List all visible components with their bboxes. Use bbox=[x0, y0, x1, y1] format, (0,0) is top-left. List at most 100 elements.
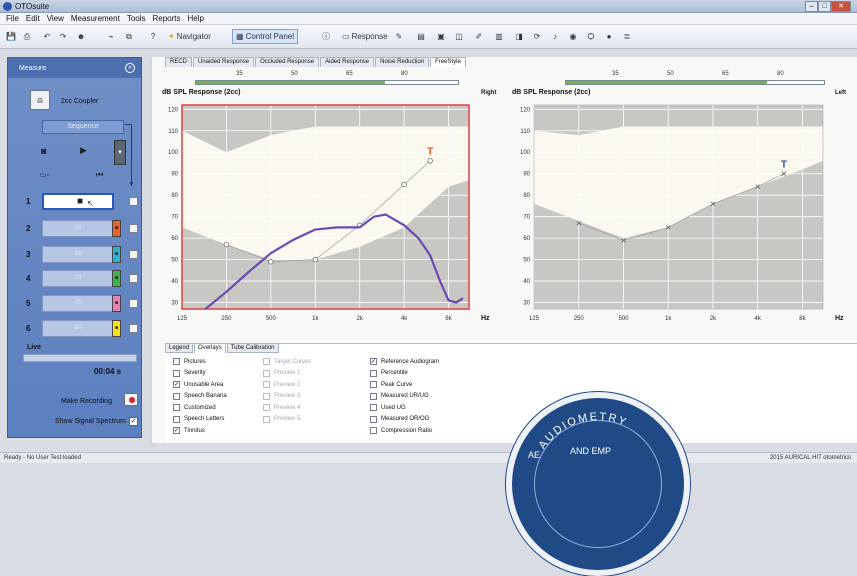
ear-icon[interactable]: Ѻ bbox=[584, 29, 598, 44]
overlay-checkbox[interactable] bbox=[370, 415, 377, 423]
row-color-swatch-6[interactable]: ■ bbox=[112, 320, 121, 337]
overlay-option[interactable]: Pictures bbox=[173, 358, 206, 365]
window-icon[interactable]: ▣ bbox=[434, 29, 448, 44]
globe-icon[interactable]: ◉ bbox=[566, 29, 580, 44]
overlay-checkbox[interactable] bbox=[370, 404, 377, 411]
info-icon[interactable]: ⓘ bbox=[319, 29, 333, 44]
menu-tools[interactable]: Tools bbox=[125, 13, 151, 24]
response-button[interactable]: ▭ Response bbox=[338, 29, 392, 44]
print-icon[interactable]: ⎙ bbox=[20, 29, 34, 44]
row-checkbox-3[interactable] bbox=[129, 250, 138, 259]
overlay-checkbox[interactable] bbox=[370, 381, 377, 388]
row-checkbox-2[interactable] bbox=[129, 224, 138, 233]
tab-noise-reduction[interactable]: Noise Reduction bbox=[375, 57, 430, 67]
split-view-icon[interactable]: ◨ bbox=[512, 29, 526, 44]
stimulus-row-6[interactable]: 80 bbox=[42, 320, 114, 337]
sequence-button[interactable]: Sequence bbox=[42, 120, 124, 134]
overlay-option[interactable]: Measured OR/OG bbox=[370, 415, 429, 423]
overlay-option[interactable]: ✓ Unusable Area bbox=[173, 381, 223, 388]
overlay-checkbox[interactable]: ✓ bbox=[173, 427, 180, 434]
overlay-option[interactable]: Used UG bbox=[370, 404, 406, 411]
menu-measurement[interactable]: Measurement bbox=[69, 13, 125, 24]
overlay-option[interactable]: Speech Letters bbox=[173, 415, 224, 423]
overlay-checkbox[interactable] bbox=[173, 392, 180, 400]
overlay-checkbox[interactable] bbox=[370, 392, 377, 400]
minimize-button[interactable]: – bbox=[805, 1, 819, 12]
patient-icon[interactable]: ☻ bbox=[74, 29, 88, 44]
stimulus-row-5[interactable]: 75 bbox=[42, 295, 114, 312]
maximize-button[interactable]: □ bbox=[818, 1, 832, 12]
overlay-checkbox[interactable]: ✓ bbox=[173, 381, 180, 388]
loop-toggle-icon[interactable]: ▭▫ bbox=[40, 171, 49, 179]
right-ear-response-chart[interactable]: 30 40 50 60 70 80 90 100 110 120 125 250 500 1k 2k 4k 8k… bbox=[158, 99, 503, 333]
overlay-checkbox[interactable] bbox=[173, 358, 180, 365]
tab-aided-response[interactable]: Aided Response bbox=[320, 57, 375, 67]
hearing-instrument-icon[interactable]: ⌁ bbox=[104, 29, 118, 44]
tab-overlays[interactable]: Overlays bbox=[194, 343, 226, 353]
menu-file[interactable]: File bbox=[4, 13, 24, 24]
row-checkbox-6[interactable] bbox=[129, 324, 138, 333]
row-checkbox-1[interactable] bbox=[129, 197, 138, 206]
help-icon[interactable]: ? bbox=[146, 29, 160, 44]
layout-icon[interactable]: ▤ bbox=[414, 29, 428, 44]
row-color-swatch-2[interactable]: ■ bbox=[112, 220, 121, 237]
menu-view[interactable]: View bbox=[45, 13, 69, 24]
pen-icon[interactable]: ✐ bbox=[472, 29, 486, 44]
overlay-option[interactable]: Compression Ratio bbox=[370, 427, 432, 434]
left-ear-response-chart[interactable]: 30 40 50 60 70 80 90 100 110 120 125 250 500 1k 2k 4k 8k… bbox=[510, 99, 857, 333]
row-checkbox-4[interactable] bbox=[129, 274, 138, 283]
close-button[interactable]: ✕ bbox=[831, 1, 851, 12]
row-color-swatch-5[interactable]: ■ bbox=[112, 295, 121, 312]
compare-icon[interactable]: ⧉ bbox=[122, 29, 136, 44]
overlay-checkbox[interactable]: ✓ bbox=[370, 358, 377, 365]
camera-icon[interactable]: ◙ bbox=[41, 146, 46, 156]
overlay-checkbox[interactable] bbox=[173, 404, 180, 411]
overlay-option[interactable]: ✓ Reference Audiogram bbox=[370, 358, 439, 365]
show-signal-spectrum-checkbox[interactable]: ✓ bbox=[129, 417, 138, 426]
overlay-checkbox[interactable] bbox=[370, 369, 377, 377]
overlay-option[interactable]: Measured UR/UG bbox=[370, 392, 429, 400]
stimulus-row-4[interactable]: 70 bbox=[42, 270, 114, 287]
row-color-swatch-4[interactable]: ■ bbox=[112, 270, 121, 287]
tab-freestyle[interactable]: FreeStyle bbox=[430, 57, 466, 67]
tab-tube-calibration[interactable]: Tube Calibration bbox=[226, 343, 279, 353]
stimulus-row-3[interactable]: 65 bbox=[42, 246, 114, 263]
report-icon[interactable]: ≣ bbox=[620, 29, 634, 44]
row-color-swatch-3[interactable]: ■ bbox=[112, 246, 121, 263]
chart-icon[interactable]: ▥ bbox=[492, 29, 506, 44]
save-icon[interactable]: 💾 bbox=[4, 29, 18, 44]
overlay-option[interactable]: Percentile bbox=[370, 369, 408, 377]
overlay-option[interactable]: ✓ Tinnitus bbox=[173, 427, 205, 434]
menu-reports[interactable]: Reports bbox=[151, 13, 186, 24]
overlay-option[interactable]: Peak Curve bbox=[370, 381, 412, 388]
play-button[interactable]: ▶ bbox=[80, 145, 87, 156]
row-checkbox-5[interactable] bbox=[129, 299, 138, 308]
stimulus-row-2[interactable]: 60 bbox=[42, 220, 114, 237]
panel-icon[interactable]: ◫ bbox=[452, 29, 466, 44]
record-button[interactable] bbox=[124, 393, 138, 406]
overlay-option[interactable]: Customized bbox=[173, 404, 216, 411]
tab-occluded-response[interactable]: Occluded Response bbox=[255, 57, 320, 67]
redo-icon[interactable]: ↷ bbox=[56, 29, 70, 44]
orange-circle-icon[interactable]: ● bbox=[602, 29, 616, 44]
skip-back-icon[interactable]: ⏮ bbox=[96, 170, 103, 180]
navigator-button[interactable]: ✦ Navigator bbox=[164, 29, 215, 44]
overlay-checkbox[interactable] bbox=[173, 369, 180, 377]
coupler-icon[interactable]: ⍝ bbox=[30, 90, 50, 110]
overlay-option[interactable]: Severity bbox=[173, 369, 206, 377]
tab-unaided-response[interactable]: Unaided Response bbox=[193, 57, 255, 67]
overlay-option[interactable]: Speech Banana bbox=[173, 392, 227, 400]
undo-icon[interactable]: ↶ bbox=[40, 29, 54, 44]
sequence-dropdown[interactable]: ▾ bbox=[114, 140, 126, 165]
tab-recd[interactable]: RECD bbox=[165, 57, 193, 67]
edit-icon[interactable]: ✎ bbox=[392, 29, 406, 44]
control-panel-button[interactable]: ▦ Control Panel bbox=[232, 29, 299, 44]
tab-legend[interactable]: Legend bbox=[165, 343, 194, 353]
overlay-checkbox[interactable] bbox=[370, 427, 377, 434]
loop-icon[interactable]: ⟳ bbox=[530, 29, 544, 44]
collapse-icon[interactable]: « bbox=[125, 63, 135, 73]
overlay-checkbox[interactable] bbox=[173, 415, 180, 423]
menu-help[interactable]: Help bbox=[186, 13, 209, 24]
speaker-icon[interactable]: ♪ bbox=[548, 29, 562, 44]
menu-edit[interactable]: Edit bbox=[24, 13, 45, 24]
